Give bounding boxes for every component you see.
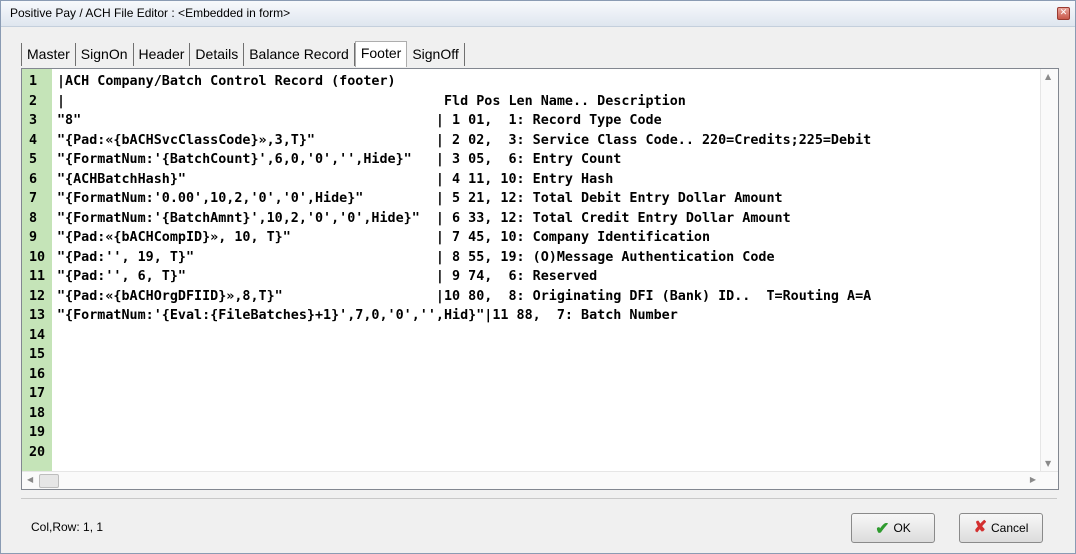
line-number: 9: [29, 230, 38, 245]
tab-footer[interactable]: Footer: [354, 41, 408, 67]
line-number: 13: [29, 308, 46, 323]
line-number: 12: [29, 288, 46, 304]
code-line[interactable]: 6 "{ACHBatchHash}" | 4 11, 10: Entry Hash: [22, 170, 1042, 190]
line-number: 2: [29, 93, 38, 109]
code-line[interactable]: 11 "{Pad:'', 6, T}" | 9 74, 6: Reserved: [22, 267, 1042, 287]
line-number: 10: [29, 249, 46, 265]
code-line[interactable]: 10 "{Pad:'', 19, T}" | 8 55, 19: (O)Messa…: [22, 248, 1042, 268]
scroll-down-icon[interactable]: ▼: [1045, 459, 1051, 468]
line-number: 16: [29, 366, 46, 382]
scroll-right-icon[interactable]: ▶: [1030, 475, 1036, 484]
window-title: Positive Pay / ACH File Editor : <Embedd…: [10, 6, 291, 20]
code-line[interactable]: 9 "{Pad:«{bACHCompID}», 10, T}" | 7 45, 1…: [22, 228, 1042, 248]
check-icon: ✔: [875, 518, 890, 538]
line-text[interactable]: "{Pad:«{bACHCompID}», 10, T}" | 7 45, 10…: [57, 228, 710, 248]
vertical-scrollbar[interactable]: ▲ ▼: [1040, 69, 1058, 471]
line-number: 5: [29, 152, 38, 167]
scroll-left-icon[interactable]: ◀: [27, 475, 33, 484]
code-line[interactable]: 17: [22, 384, 1042, 404]
line-text[interactable]: | Fld Pos Len Name.. Description: [57, 92, 686, 112]
code-editor[interactable]: 1 |ACH Company/Batch Control Record (foot…: [21, 68, 1059, 490]
line-text[interactable]: |ACH Company/Batch Control Record (foote…: [57, 72, 396, 92]
line-number: 15: [29, 347, 46, 362]
tab-strip: Master SignOn Header Details Balance Rec…: [21, 41, 465, 67]
tab-signon[interactable]: SignOn: [76, 43, 134, 66]
line-text[interactable]: "{Pad:«{bACHSvcClassCode}»,3,T}" | 2 02,…: [57, 131, 871, 151]
code-line[interactable]: 7 "{FormatNum:'0.00',10,2,'0','0',Hide}" …: [22, 189, 1042, 209]
cursor-position-status: Col,Row: 1, 1: [31, 520, 104, 534]
line-text[interactable]: "{FormatNum:'0.00',10,2,'0','0',Hide}" |…: [57, 189, 783, 209]
line-text[interactable]: "8" | 1 01, 1: Record Type Code: [57, 111, 662, 131]
line-number: 3: [29, 113, 38, 128]
line-number: 4: [29, 132, 38, 148]
title-bar[interactable]: Positive Pay / ACH File Editor : <Embedd…: [1, 1, 1075, 27]
tab-details[interactable]: Details: [190, 43, 245, 66]
code-line[interactable]: 18: [22, 404, 1042, 424]
tab-master[interactable]: Master: [21, 43, 76, 66]
tab-header[interactable]: Header: [134, 43, 191, 66]
ok-button[interactable]: ✔ OK: [851, 513, 935, 543]
code-line[interactable]: 2 | Fld Pos Len Name.. Description: [22, 92, 1042, 112]
tab-balance-record[interactable]: Balance Record: [244, 43, 355, 66]
line-number: 8: [29, 210, 38, 226]
code-line[interactable]: 1 |ACH Company/Batch Control Record (foot…: [22, 72, 1042, 92]
line-number: 14: [29, 327, 46, 343]
line-number: 6: [29, 171, 38, 187]
code-line[interactable]: 19: [22, 423, 1042, 443]
line-number: 20: [29, 444, 46, 460]
ok-button-label: OK: [893, 521, 911, 535]
code-line[interactable]: 4 "{Pad:«{bACHSvcClassCode}»,3,T}" | 2 02…: [22, 131, 1042, 151]
line-text[interactable]: "{FormatNum:'{BatchAmnt}',10,2,'0','0',H…: [57, 209, 791, 229]
line-text[interactable]: "{ACHBatchHash}" | 4 11, 10: Entry Hash: [57, 170, 613, 190]
code-line[interactable]: 5 "{FormatNum:'{BatchCount}',6,0,'0','',H…: [22, 150, 1042, 170]
x-icon: ✘: [973, 519, 988, 536]
code-line[interactable]: 3 "8" | 1 01, 1: Record Type Code: [22, 111, 1042, 131]
code-line[interactable]: 13 "{FormatNum:'{Eval:{FileBatches}+1}',7…: [22, 306, 1042, 326]
line-number: 19: [29, 425, 46, 440]
line-text[interactable]: "{Pad:'', 19, T}" | 8 55, 19: (O)Message…: [57, 248, 775, 268]
cancel-button[interactable]: ✘ Cancel: [959, 513, 1043, 543]
scroll-up-icon[interactable]: ▲: [1045, 72, 1051, 81]
line-text[interactable]: "{Pad:«{bACHOrgDFIID}»,8,T}" |10 80, 8: …: [57, 287, 871, 307]
line-text[interactable]: "{Pad:'', 6, T}" | 9 74, 6: Reserved: [57, 267, 597, 287]
line-number: 11: [29, 269, 46, 284]
editor-window: Positive Pay / ACH File Editor : <Embedd…: [0, 0, 1076, 554]
cancel-button-label: Cancel: [991, 521, 1029, 535]
line-number: 1: [29, 74, 38, 89]
line-text[interactable]: "{FormatNum:'{BatchCount}',6,0,'0','',Hi…: [57, 150, 621, 170]
horizontal-scrollbar[interactable]: ◀ ▶: [22, 471, 1058, 489]
close-icon[interactable]: ✕: [1057, 7, 1070, 20]
code-line[interactable]: 20: [22, 443, 1042, 463]
tab-signoff[interactable]: SignOff: [407, 43, 465, 66]
code-line[interactable]: 8 "{FormatNum:'{BatchAmnt}',10,2,'0','0',…: [22, 209, 1042, 229]
line-text[interactable]: "{FormatNum:'{Eval:{FileBatches}+1}',7,0…: [57, 306, 678, 326]
line-number: 18: [29, 405, 46, 421]
code-line[interactable]: 12 "{Pad:«{bACHOrgDFIID}»,8,T}" |10 80, 8…: [22, 287, 1042, 307]
code-line[interactable]: 15: [22, 345, 1042, 365]
horizontal-scroll-thumb[interactable]: [39, 474, 59, 488]
status-panel: Col,Row: 1, 1 ✔ OK ✘ Cancel: [21, 498, 1057, 549]
line-number: 7: [29, 191, 38, 206]
code-lines[interactable]: 1 |ACH Company/Batch Control Record (foot…: [22, 72, 1042, 462]
code-line[interactable]: 14: [22, 326, 1042, 346]
code-line[interactable]: 16: [22, 365, 1042, 385]
line-number: 17: [29, 386, 46, 401]
